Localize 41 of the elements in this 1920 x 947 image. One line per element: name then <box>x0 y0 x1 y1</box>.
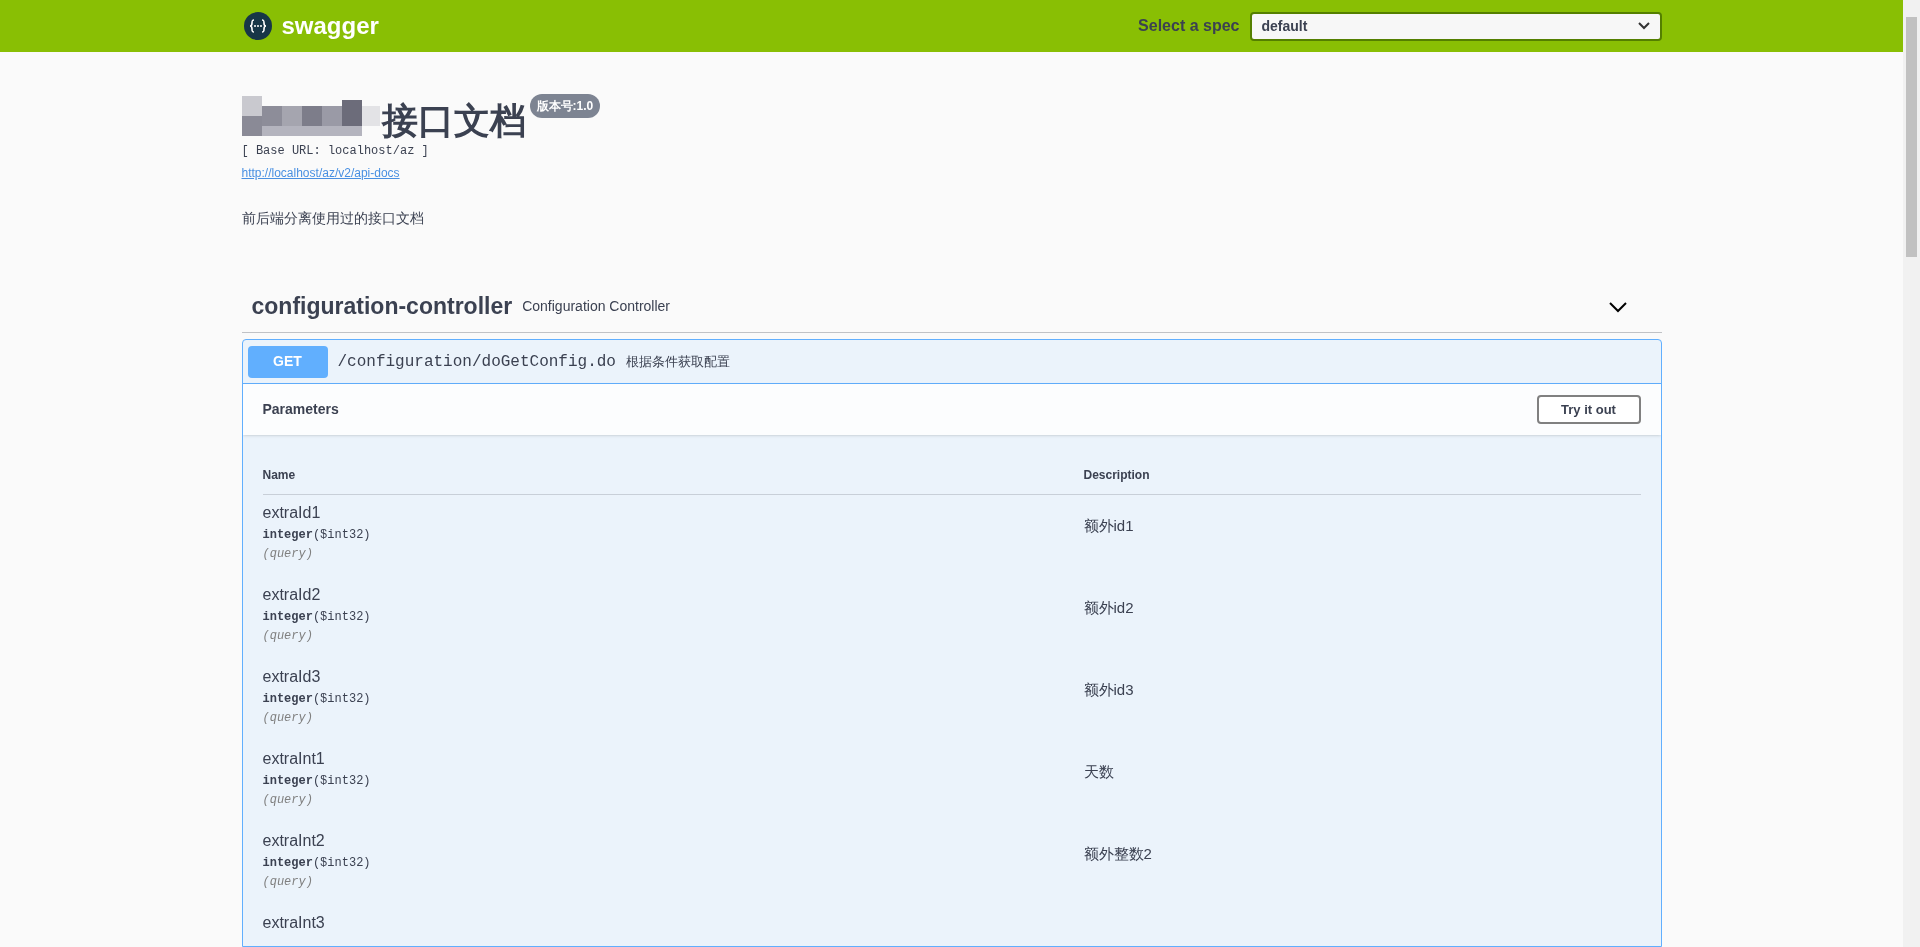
parameters-title: Parameters <box>262 400 339 419</box>
operation-path: /configuration/doGetConfig.do <box>337 351 616 373</box>
parameter-name: extraInt2 <box>262 831 325 851</box>
parameter-name: extraInt3 <box>262 913 325 933</box>
parameter-type: integer($int32) <box>262 527 371 543</box>
parameter-description: 额外id1 <box>1083 516 1134 536</box>
expand-icon[interactable] <box>1607 300 1628 313</box>
method-label: GET <box>247 345 328 378</box>
parameter-type: integer($int32) <box>262 773 371 789</box>
tag-name: configuration-controller <box>251 292 513 322</box>
parameter-name: extraId1 <box>262 503 321 523</box>
spec-label: Select a spec <box>1138 16 1240 36</box>
parameter-name: extraInt1 <box>262 749 325 769</box>
parameter-location: (query) <box>262 629 313 643</box>
column-header: Description <box>1083 466 1150 484</box>
parameter-type: integer($int32) <box>262 855 371 871</box>
logo-icon <box>243 12 272 40</box>
parameter-description: 额外id3 <box>1083 680 1134 700</box>
operation-summary-text: 根据条件获取配置 <box>625 352 730 371</box>
parameter-name: extraId3 <box>262 667 321 687</box>
scrollbar[interactable] <box>1903 0 1920 947</box>
parameter-name: extraId2 <box>262 585 321 605</box>
tag-header[interactable]: configuration-controller Configuration Controller <box>241 281 1662 333</box>
page-title: 接口文档 <box>381 99 526 143</box>
tag-description: Configuration Controller <box>522 297 671 316</box>
column-header: Name <box>262 466 297 484</box>
parameter-location: (query) <box>262 547 313 561</box>
api-description: 前后端分离使用过的接口文档 <box>241 209 425 228</box>
base-url: [ Base URL: localhost/az ] <box>241 144 430 158</box>
try-it-out-button[interactable]: Try it out <box>1536 395 1641 424</box>
parameter-location: (query) <box>262 875 313 889</box>
parameter-description: 天数 <box>1083 762 1114 782</box>
parameter-description: 额外id2 <box>1083 598 1134 618</box>
spec-select[interactable]: default <box>1249 11 1662 41</box>
parameter-location: (query) <box>262 711 313 725</box>
parameter-type: integer($int32) <box>262 691 371 707</box>
version-badge: 版本号:1.0 <box>529 94 601 118</box>
parameter-description: 额外整数2 <box>1083 844 1152 864</box>
chevron-icon <box>1637 22 1650 30</box>
parameter-location: (query) <box>262 793 313 807</box>
parameter-type: integer($int32) <box>262 609 371 625</box>
